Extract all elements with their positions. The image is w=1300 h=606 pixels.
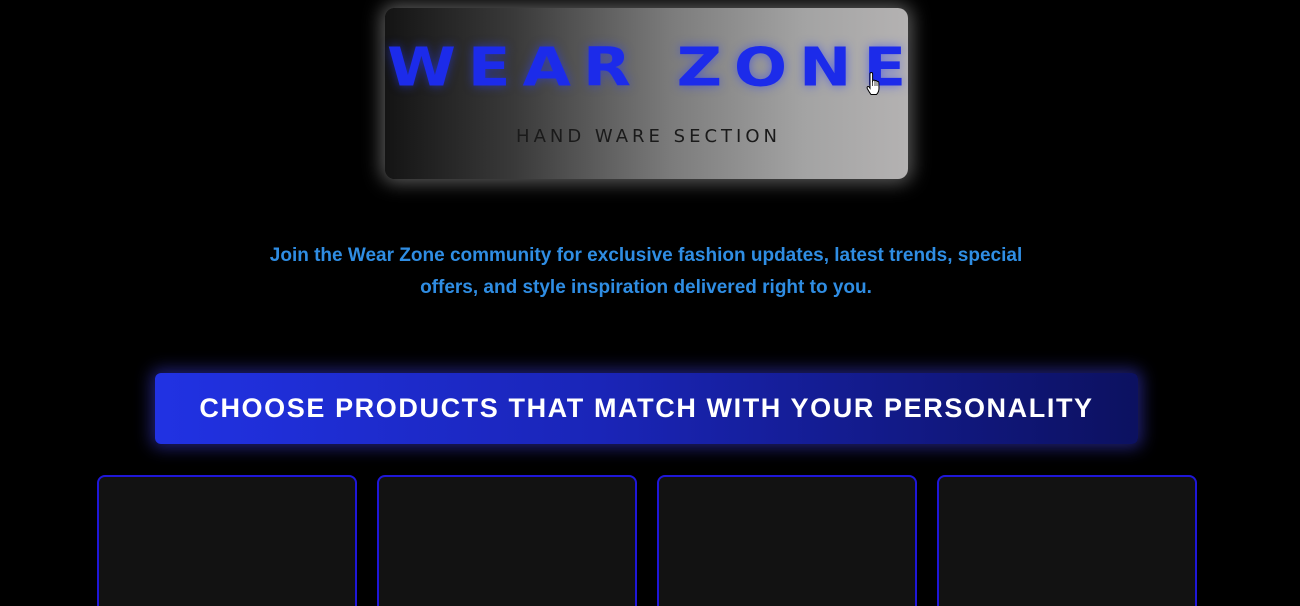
- brand-title: WEAR ZONE: [386, 35, 919, 99]
- product-card[interactable]: [937, 475, 1197, 606]
- choose-products-button[interactable]: CHOOSE PRODUCTS THAT MATCH WITH YOUR PER…: [155, 373, 1138, 444]
- hand-pointer-cursor-icon: [866, 72, 880, 95]
- page: WEAR ZONE HAND WARE SECTION Join the Wea…: [0, 0, 1300, 606]
- section-subtitle: HAND WARE SECTION: [516, 126, 781, 147]
- hero-banner[interactable]: WEAR ZONE HAND WARE SECTION: [385, 8, 908, 179]
- product-card[interactable]: [377, 475, 637, 606]
- product-card[interactable]: [657, 475, 917, 606]
- product-card[interactable]: [97, 475, 357, 606]
- intro-text: Join the Wear Zone community for exclusi…: [269, 245, 1023, 298]
